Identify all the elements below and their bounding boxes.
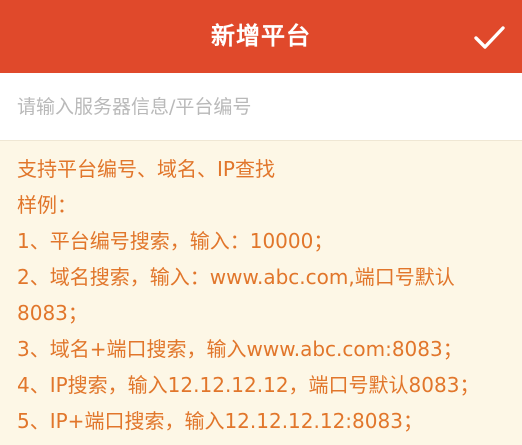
confirm-button[interactable] — [470, 18, 508, 56]
help-intro: 支持平台编号、域名、IP查找 — [17, 157, 275, 181]
page-title: 新增平台 — [211, 22, 311, 50]
example-item: 2、域名搜索，输入：www.abc.com,端口号默认8083； — [17, 265, 455, 325]
search-container — [0, 73, 522, 141]
search-input[interactable] — [0, 73, 522, 140]
header-bar: 新增平台 — [0, 0, 522, 73]
help-text: 支持平台编号、域名、IP查找 样例： 1、平台编号搜索，输入：10000； 2、… — [17, 151, 512, 439]
example-item: 3、域名+端口搜索，输入www.abc.com:8083； — [17, 337, 463, 361]
example-item: 5、IP+端口搜索，输入12.12.12.12:8083； — [17, 409, 423, 433]
example-item: 4、IP搜索，输入12.12.12.12，端口号默认8083； — [17, 373, 480, 397]
example-item: 1、平台编号搜索，输入：10000； — [17, 229, 334, 253]
examples-label: 样例： — [17, 193, 77, 217]
checkmark-icon — [474, 26, 505, 49]
